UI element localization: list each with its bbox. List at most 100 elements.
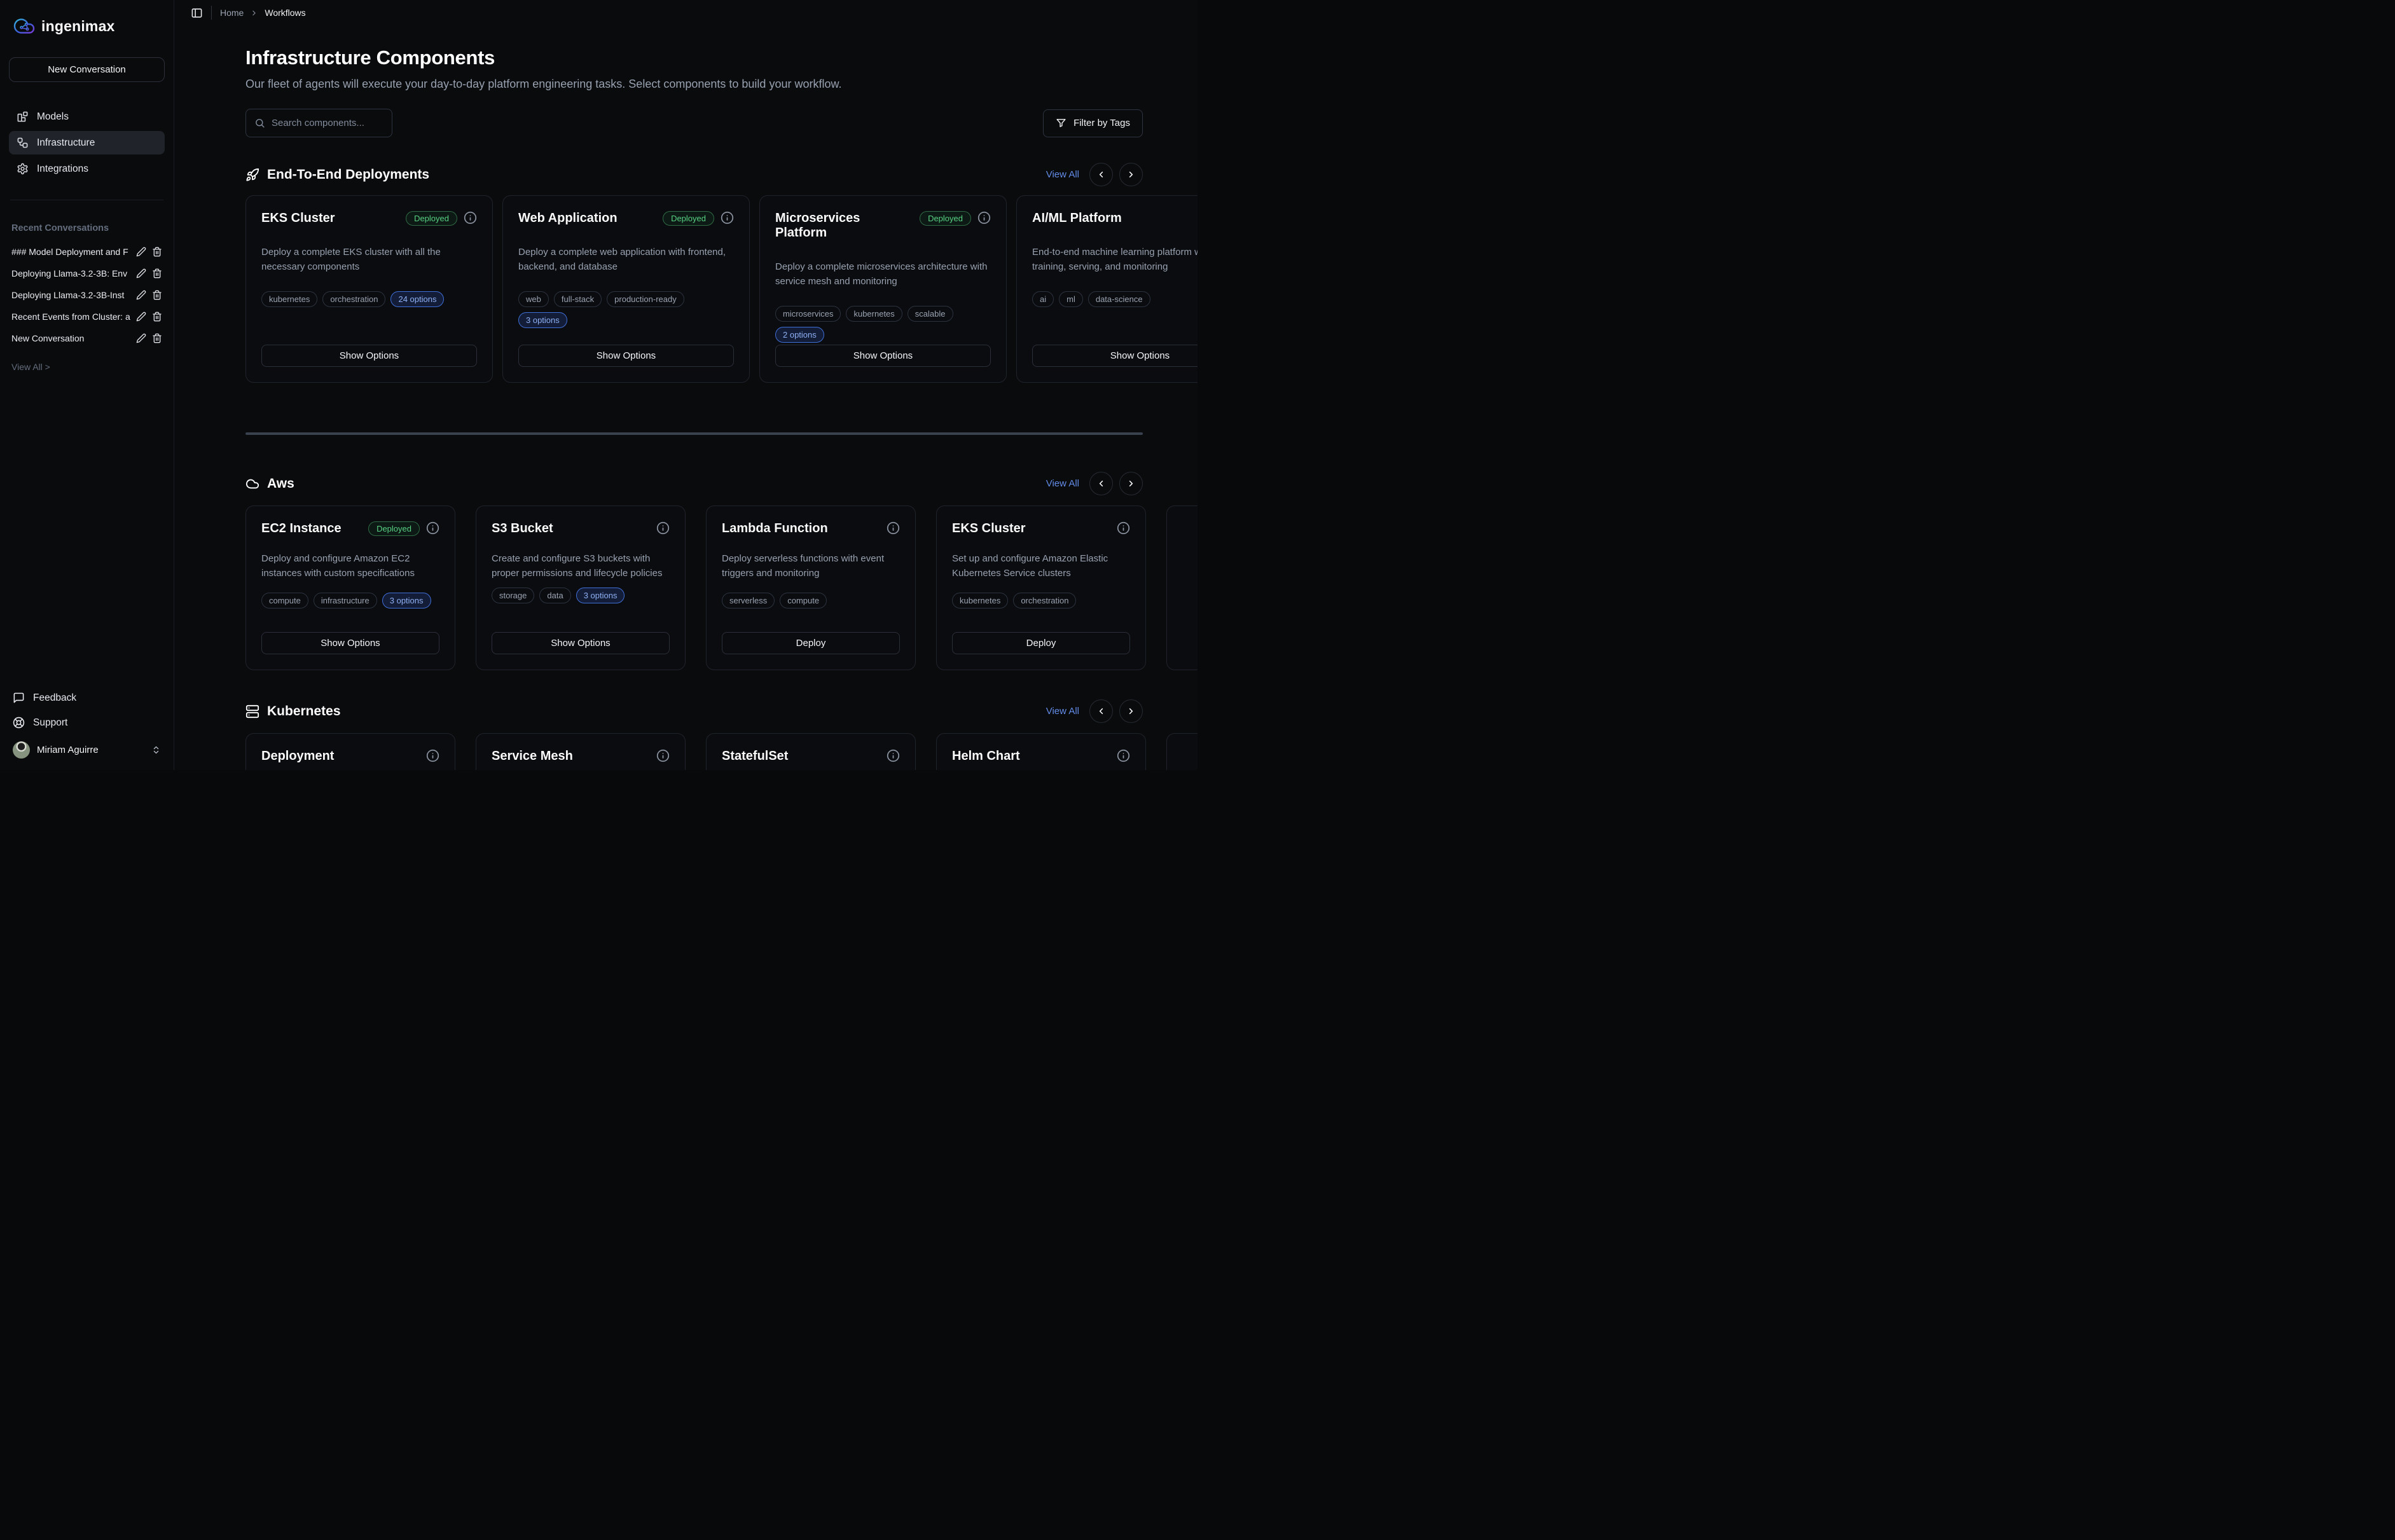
info-icon[interactable] — [721, 211, 734, 224]
tag: ai — [1032, 291, 1054, 307]
topbar-divider — [211, 6, 212, 20]
component-card-eks-cluster: EKS Cluster Deployed Deploy a complete E… — [245, 195, 493, 383]
show-options-button[interactable]: Show Options — [261, 345, 477, 367]
card-row-kubernetes: Deployment Service Mesh StatefulSet — [245, 733, 1198, 770]
info-icon[interactable] — [656, 521, 670, 535]
pencil-icon[interactable] — [136, 247, 146, 257]
server-icon — [245, 705, 259, 718]
status-badge: Deployed — [368, 521, 420, 536]
search-filter-row: Filter by Tags — [245, 109, 1143, 137]
sidebar-item-models[interactable]: Models — [9, 105, 165, 128]
feedback-button[interactable]: Feedback — [9, 685, 165, 710]
tag: orchestration — [322, 291, 385, 307]
carousel-next-button[interactable] — [1119, 699, 1143, 723]
view-all-link[interactable]: View All — [1046, 169, 1079, 180]
sidebar-item-infrastructure[interactable]: Infrastructure — [9, 131, 165, 155]
pencil-icon[interactable] — [136, 312, 146, 322]
list-item[interactable]: Deploying Llama-3.2-3B: Env — [9, 263, 165, 284]
view-all-link[interactable]: View All — [1046, 478, 1079, 489]
card-title: EKS Cluster — [261, 211, 399, 226]
carousel-next-button[interactable] — [1119, 163, 1143, 186]
list-item[interactable]: Recent Events from Cluster: a — [9, 306, 165, 327]
list-item[interactable]: New Conversation — [9, 327, 165, 349]
show-options-button[interactable]: Show Options — [775, 345, 991, 367]
feedback-label: Feedback — [33, 692, 76, 704]
list-item[interactable]: Deploying Llama-3.2-3B-Inst — [9, 284, 165, 306]
carousel-next-button[interactable] — [1119, 472, 1143, 495]
options-pill[interactable]: 3 options — [576, 588, 625, 603]
card-description: Set up and configure Amazon Elastic Kube… — [952, 551, 1130, 581]
recent-view-all-link[interactable]: View All > — [11, 362, 162, 372]
options-pill[interactable]: 2 options — [775, 327, 824, 343]
trash-icon[interactable] — [152, 268, 162, 278]
carousel-prev-button[interactable] — [1089, 472, 1113, 495]
show-options-button[interactable]: Show Options — [518, 345, 734, 367]
conversation-title[interactable]: Recent Events from Cluster: a — [11, 312, 130, 322]
deploy-button[interactable]: Deploy — [722, 632, 900, 654]
tag: microservices — [775, 306, 841, 322]
sidebar-nav: Models Infrastructure Integrations — [9, 105, 165, 181]
carousel-prev-button[interactable] — [1089, 699, 1113, 723]
component-card-s3-bucket: S3 Bucket Create and configure S3 bucket… — [476, 505, 686, 670]
tag: web — [518, 291, 549, 307]
info-icon[interactable] — [426, 521, 439, 535]
page-title: Infrastructure Components — [245, 46, 1198, 69]
card-description: Deploy serverless functions with event t… — [722, 551, 900, 581]
app-window: ingenimax New Conversation Models Infras… — [0, 0, 1198, 770]
tag: compute — [261, 593, 308, 608]
conversation-title[interactable]: Deploying Llama-3.2-3B: Env — [11, 268, 130, 278]
options-pill[interactable]: 3 options — [518, 312, 567, 328]
search-input-wrapper — [245, 109, 392, 137]
info-icon[interactable] — [656, 749, 670, 762]
breadcrumb: Home Workflows — [220, 8, 306, 18]
support-button[interactable]: Support — [9, 710, 165, 735]
filter-by-tags-button[interactable]: Filter by Tags — [1043, 109, 1143, 137]
section-title: Aws — [267, 476, 294, 492]
status-badge: Deployed — [663, 211, 714, 226]
panel-left-toggle-icon[interactable] — [191, 7, 203, 19]
section-title: Kubernetes — [267, 704, 341, 719]
card-title: S3 Bucket — [492, 521, 650, 536]
recent-conversations-heading: Recent Conversations — [11, 223, 162, 233]
options-pill[interactable]: 24 options — [390, 291, 444, 307]
card-title: Service Mesh — [492, 749, 650, 764]
card-description: Deploy and configure Amazon EC2 instance… — [261, 551, 439, 581]
trash-icon[interactable] — [152, 290, 162, 300]
info-icon[interactable] — [887, 521, 900, 535]
show-options-button[interactable]: Show Options — [1032, 345, 1198, 367]
list-item[interactable]: ### Model Deployment and F — [9, 241, 165, 263]
info-icon[interactable] — [977, 211, 991, 224]
conversation-title[interactable]: ### Model Deployment and F — [11, 247, 130, 257]
section-header-aws: Aws View All — [245, 472, 1143, 495]
carousel-prev-button[interactable] — [1089, 163, 1113, 186]
trash-icon[interactable] — [152, 247, 162, 257]
pencil-icon[interactable] — [136, 290, 146, 300]
breadcrumb-home[interactable]: Home — [220, 8, 244, 18]
info-icon[interactable] — [1117, 521, 1130, 535]
search-input[interactable] — [272, 118, 383, 128]
info-icon[interactable] — [464, 211, 477, 224]
view-all-link[interactable]: View All — [1046, 706, 1079, 717]
trash-icon[interactable] — [152, 312, 162, 322]
conversation-title[interactable]: New Conversation — [11, 333, 130, 343]
info-icon[interactable] — [1117, 749, 1130, 762]
tag: kubernetes — [261, 291, 317, 307]
card-title: AI/ML Platform — [1032, 211, 1198, 226]
info-icon[interactable] — [887, 749, 900, 762]
pencil-icon[interactable] — [136, 268, 146, 278]
sidebar-item-integrations[interactable]: Integrations — [9, 157, 165, 181]
deploy-button[interactable]: Deploy — [952, 632, 1130, 654]
horizontal-scrollbar[interactable] — [245, 432, 1143, 435]
trash-icon[interactable] — [152, 333, 162, 343]
conversation-title[interactable]: Deploying Llama-3.2-3B-Inst — [11, 290, 130, 300]
show-options-button[interactable]: Show Options — [492, 632, 670, 654]
card-title: StatefulSet — [722, 749, 880, 764]
pencil-icon[interactable] — [136, 333, 146, 343]
options-pill[interactable]: 3 options — [382, 593, 431, 608]
user-menu[interactable]: Miriam Aguirre — [9, 735, 165, 761]
new-conversation-button[interactable]: New Conversation — [9, 57, 165, 82]
show-options-button[interactable]: Show Options — [261, 632, 439, 654]
info-icon[interactable] — [426, 749, 439, 762]
tag: data-science — [1088, 291, 1150, 307]
component-card-eks-cluster-aws: EKS Cluster Set up and configure Amazon … — [936, 505, 1146, 670]
